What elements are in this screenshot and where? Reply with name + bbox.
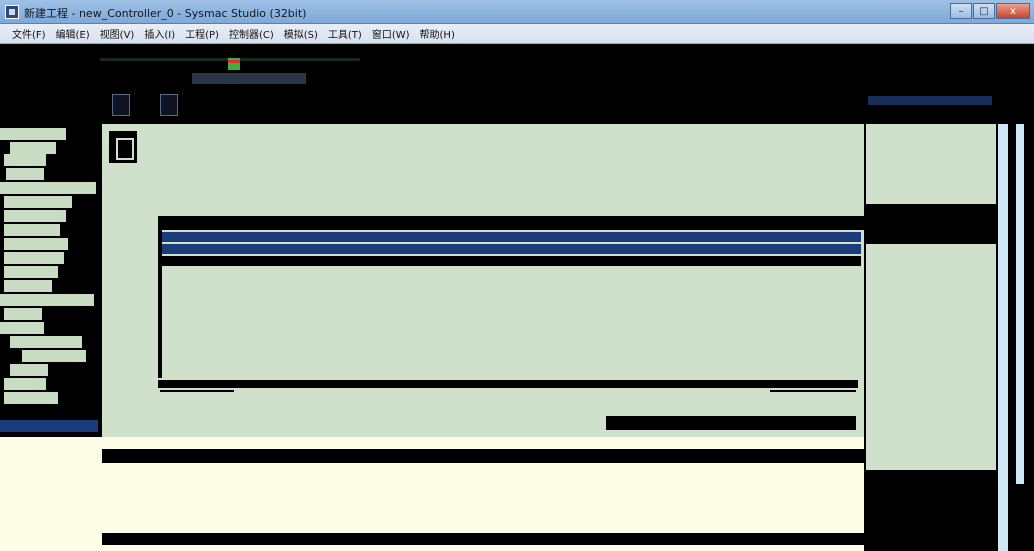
tree-item[interactable] bbox=[0, 182, 98, 194]
tree-item[interactable] bbox=[4, 378, 48, 390]
tree-item[interactable] bbox=[10, 336, 84, 348]
task-icon bbox=[108, 130, 138, 164]
tree-item[interactable] bbox=[4, 392, 60, 404]
maximize-button[interactable]: □ bbox=[973, 3, 995, 19]
editor-header bbox=[102, 124, 864, 168]
menu-bar: 文件(F) 编辑(E) 视图(V) 插入(I) 工程(P) 控制器(C) 模拟(… bbox=[0, 24, 1034, 44]
menu-controller[interactable]: 控制器(C) bbox=[229, 26, 274, 41]
minimize-button[interactable]: – bbox=[950, 3, 972, 19]
tree-item[interactable] bbox=[22, 350, 88, 362]
tree-item[interactable] bbox=[10, 142, 58, 154]
toolbar-icon-red-stripe bbox=[228, 60, 240, 63]
toolbar-button-1[interactable] bbox=[112, 94, 130, 116]
tree-item[interactable] bbox=[4, 210, 68, 222]
tree-item[interactable] bbox=[6, 168, 46, 180]
menu-file[interactable]: 文件(F) bbox=[12, 26, 46, 41]
tree-item[interactable] bbox=[4, 224, 62, 236]
menu-view[interactable]: 视图(V) bbox=[100, 26, 135, 41]
title-bar: 新建工程 - new_Controller_0 - Sysmac Studio … bbox=[0, 0, 1034, 24]
tree-item[interactable] bbox=[0, 322, 46, 334]
table-header bbox=[162, 216, 865, 230]
close-button[interactable]: x bbox=[996, 3, 1030, 19]
menu-help[interactable]: 帮助(H) bbox=[420, 26, 455, 41]
toolbar-button-2[interactable] bbox=[160, 94, 178, 116]
editor-pane bbox=[102, 124, 865, 404]
tree-item-selected[interactable] bbox=[0, 420, 100, 432]
tree-item[interactable] bbox=[4, 308, 44, 320]
toolbox-section bbox=[866, 124, 996, 204]
tree-item[interactable] bbox=[4, 280, 54, 292]
tree-item[interactable] bbox=[0, 294, 96, 306]
output-footer bbox=[102, 533, 864, 545]
table-row[interactable] bbox=[162, 244, 861, 254]
toolbox-panel bbox=[864, 124, 998, 551]
table-row-selected[interactable] bbox=[162, 232, 861, 242]
editor-lower-toolbar bbox=[102, 392, 864, 437]
table-body bbox=[162, 270, 861, 370]
tree-item[interactable] bbox=[4, 238, 70, 250]
workspace bbox=[0, 44, 1034, 551]
menu-project[interactable]: 工程(P) bbox=[185, 26, 219, 41]
table-footer bbox=[158, 380, 858, 388]
right-toolbar-strip bbox=[868, 96, 992, 105]
editor-lower-buttons[interactable] bbox=[606, 416, 856, 430]
tree-item[interactable] bbox=[4, 154, 48, 166]
tree-item[interactable] bbox=[10, 364, 50, 376]
tree-item[interactable] bbox=[4, 266, 60, 278]
menu-insert[interactable]: 插入(I) bbox=[144, 26, 175, 41]
tree-item[interactable] bbox=[0, 128, 68, 140]
window-title: 新建工程 - new_Controller_0 - Sysmac Studio … bbox=[24, 7, 307, 20]
settings-table bbox=[158, 216, 865, 378]
output-pane bbox=[102, 437, 864, 551]
editor-tab[interactable] bbox=[192, 73, 306, 84]
menu-tools[interactable]: 工具(T) bbox=[328, 26, 362, 41]
side-strip bbox=[1016, 124, 1024, 484]
toolbar-area bbox=[0, 44, 1034, 116]
tree-item[interactable] bbox=[4, 252, 66, 264]
tree-item[interactable] bbox=[4, 196, 74, 208]
vertical-scrollbar[interactable] bbox=[998, 124, 1008, 551]
lower-left-pane bbox=[0, 437, 102, 551]
app-icon[interactable] bbox=[5, 5, 19, 19]
window-controls: – □ x bbox=[950, 3, 1030, 19]
output-header bbox=[102, 449, 864, 463]
table-row[interactable] bbox=[162, 256, 861, 266]
menu-edit[interactable]: 编辑(E) bbox=[56, 26, 90, 41]
menu-simulation[interactable]: 模拟(S) bbox=[284, 26, 318, 41]
toolbox-section bbox=[866, 244, 996, 470]
menu-window[interactable]: 窗口(W) bbox=[372, 26, 410, 41]
